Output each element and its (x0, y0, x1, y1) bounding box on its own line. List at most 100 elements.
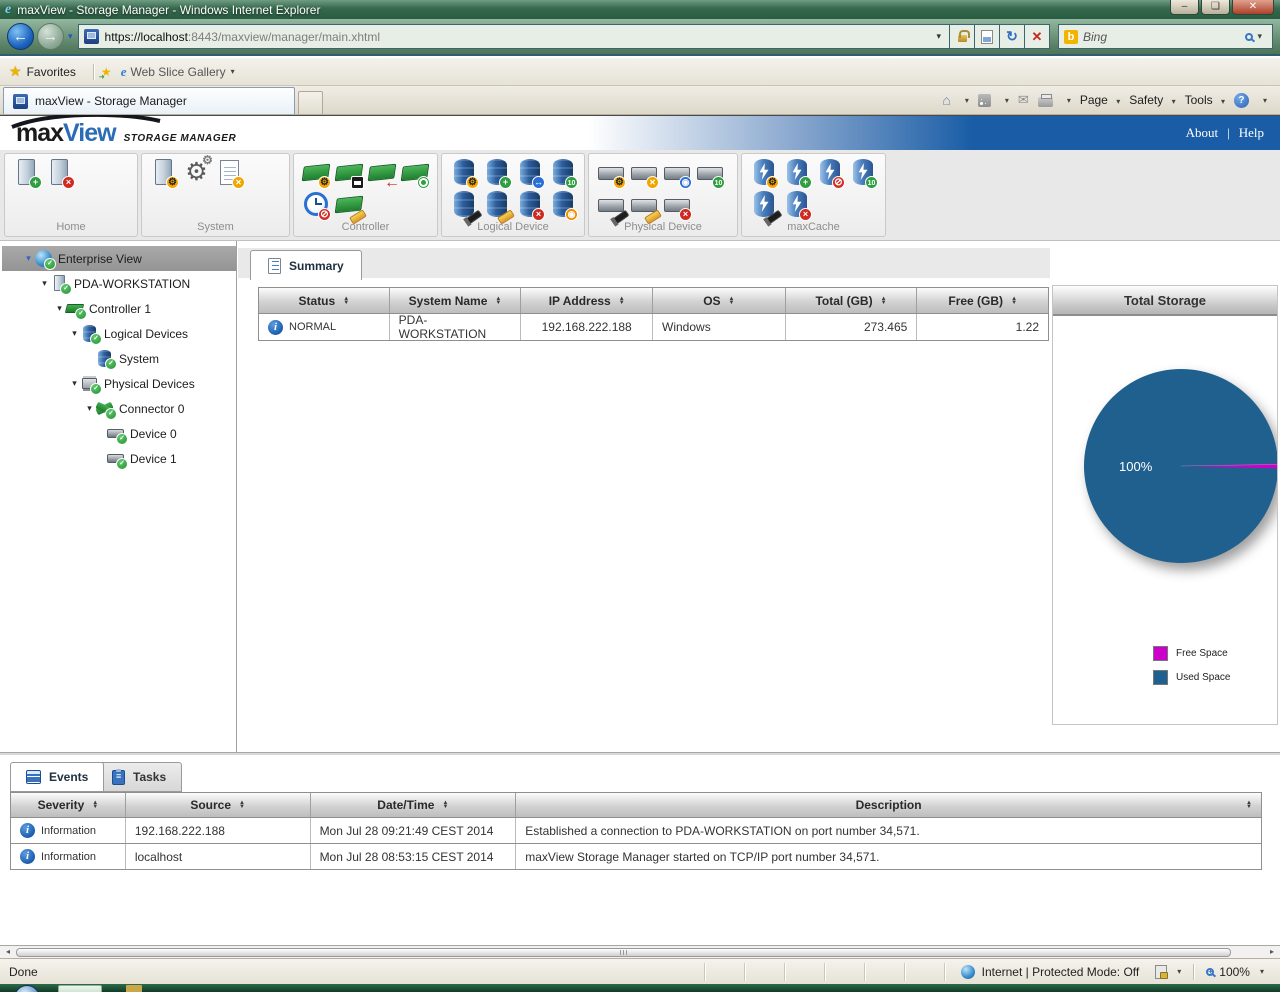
taskbar-button[interactable] (58, 985, 102, 992)
tree-item-connector[interactable]: ▾ Connector 0 (2, 396, 236, 421)
create-logical-device-button[interactable] (480, 158, 513, 188)
scroll-left-arrow[interactable]: ◂ (0, 946, 16, 958)
browser-tab[interactable]: maxView - Storage Manager (3, 87, 295, 114)
expander-icon[interactable]: ▾ (22, 253, 35, 264)
column-header-system-name[interactable]: System Name (390, 288, 522, 313)
system-settings-button[interactable] (147, 158, 180, 188)
create-maxcache-device-button[interactable] (780, 158, 813, 188)
expander-icon[interactable]: ▾ (83, 403, 96, 414)
home-dropdown-icon[interactable]: ▾ (965, 96, 969, 105)
zoom-level[interactable]: 100% (1219, 965, 1250, 979)
erase-physical-device-button[interactable] (627, 190, 660, 220)
summary-table-row[interactable]: NORMAL PDA-WORKSTATION 192.168.222.188 W… (258, 314, 1049, 341)
taskbar-icon[interactable] (126, 985, 142, 992)
mail-icon[interactable]: ✉ (1018, 92, 1029, 108)
tab-events[interactable]: Events (10, 762, 104, 792)
print-icon[interactable] (1038, 97, 1053, 107)
tree-item-device-1[interactable]: Device 1 (2, 446, 236, 471)
zoom-icon[interactable] (1206, 968, 1214, 976)
column-header-datetime[interactable]: Date/Time (311, 793, 517, 817)
agent-settings-button[interactable] (180, 158, 213, 188)
start-button[interactable] (14, 985, 40, 992)
search-dropdown-icon[interactable]: ▾ (1257, 31, 1262, 42)
close-button[interactable]: ✕ (1232, 0, 1274, 15)
save-configuration-button[interactable] (332, 158, 365, 188)
feeds-icon[interactable] (978, 94, 991, 107)
logical-device-settings-button[interactable] (447, 158, 480, 188)
recent-pages-dropdown[interactable]: ▾ (68, 31, 73, 42)
new-tab-stub[interactable] (298, 91, 323, 114)
locate-physical-device-button[interactable] (594, 190, 627, 220)
search-box[interactable]: b ▾ (1058, 24, 1273, 49)
security-lock-button[interactable] (950, 24, 975, 49)
protected-mode-dropdown-icon[interactable]: ▾ (1177, 967, 1181, 976)
add-favorite-icon[interactable]: ★ (101, 65, 112, 79)
page-menu[interactable]: Page ▾ (1080, 93, 1120, 107)
column-header-source[interactable]: Source (126, 793, 311, 817)
expand-logical-device-button[interactable] (513, 158, 546, 188)
restore-button[interactable]: ❏ (1201, 0, 1230, 15)
expander-icon[interactable]: ▾ (38, 278, 51, 289)
tab-tasks[interactable]: Tasks (96, 762, 182, 792)
safety-menu[interactable]: Safety ▾ (1129, 93, 1175, 107)
help-link[interactable]: Help (1239, 125, 1264, 141)
erase-configuration-button[interactable] (332, 190, 365, 220)
column-header-os[interactable]: OS (653, 288, 786, 313)
erase-logical-device-button[interactable] (480, 190, 513, 220)
secure-erase-maxcache-button[interactable] (846, 158, 879, 188)
address-dropdown-icon[interactable]: ▾ (933, 31, 944, 42)
secure-erase-physical-device-button[interactable] (693, 158, 726, 188)
column-header-ip-address[interactable]: IP Address (521, 288, 653, 313)
tree-item-enterprise-view[interactable]: ▾ Enterprise View (2, 246, 236, 271)
force-logical-device-online-button[interactable] (546, 190, 579, 220)
tools-menu[interactable]: Tools ▾ (1185, 93, 1225, 107)
column-header-free-gb[interactable]: Free (GB) (917, 288, 1048, 313)
delete-maxcache-button[interactable] (780, 190, 813, 220)
horizontal-scrollbar[interactable]: ◂ ▸ (0, 945, 1280, 958)
feeds-dropdown-icon[interactable]: ▾ (1005, 96, 1009, 105)
expander-icon[interactable]: ▾ (68, 378, 81, 389)
home-icon[interactable]: ⌂ (942, 92, 950, 108)
tree-item-device-0[interactable]: Device 0 (2, 421, 236, 446)
minimize-button[interactable]: – (1170, 0, 1199, 15)
silence-alarm-button[interactable] (299, 190, 332, 220)
restore-configuration-button[interactable] (365, 158, 398, 188)
event-row[interactable]: Information localhost Mon Jul 28 08:53:1… (10, 844, 1262, 870)
column-header-total-gb[interactable]: Total (GB) (786, 288, 918, 313)
rescan-controller-button[interactable] (398, 158, 431, 188)
expander-icon[interactable]: ▾ (68, 328, 81, 339)
protected-mode-icon[interactable] (1155, 965, 1167, 979)
delete-logical-device-button[interactable] (513, 190, 546, 220)
tree-item-controller[interactable]: ▾ Controller 1 (2, 296, 236, 321)
locate-logical-device-button[interactable] (447, 190, 480, 220)
help-icon[interactable]: ? (1234, 93, 1249, 108)
favorites-button[interactable]: Favorites (27, 65, 76, 79)
tree-item-system[interactable]: ▾ PDA-WORKSTATION (2, 271, 236, 296)
zoom-dropdown-icon[interactable]: ▾ (1260, 967, 1264, 976)
add-system-button[interactable] (10, 158, 43, 188)
refresh-button[interactable]: ↻ (1000, 24, 1025, 49)
tree-item-physical-devices[interactable]: ▾ Physical Devices (2, 371, 236, 396)
tab-summary[interactable]: Summary (250, 250, 362, 280)
search-icon[interactable] (1245, 33, 1253, 41)
web-slice-gallery-button[interactable]: Web Slice Gallery (130, 65, 225, 79)
physical-device-settings-button[interactable] (594, 158, 627, 188)
clear-logs-button[interactable] (213, 158, 246, 188)
scroll-right-arrow[interactable]: ▸ (1264, 946, 1280, 958)
web-slice-dropdown-icon[interactable]: ▾ (231, 67, 235, 76)
address-bar[interactable]: https://localhost:8443/maxview/manager/m… (78, 24, 950, 49)
disable-maxcache-button[interactable] (813, 158, 846, 188)
search-input[interactable] (1078, 30, 1245, 44)
tree-item-logical-devices[interactable]: ▾ Logical Devices (2, 321, 236, 346)
forward-button[interactable]: → (37, 23, 64, 50)
controller-settings-button[interactable] (299, 158, 332, 188)
scrollbar-thumb[interactable] (16, 948, 1231, 957)
column-header-severity[interactable]: Severity (11, 793, 126, 817)
locate-maxcache-button[interactable] (747, 190, 780, 220)
initialize-physical-device-button[interactable] (627, 158, 660, 188)
secure-erase-logical-device-button[interactable] (546, 158, 579, 188)
print-dropdown-icon[interactable]: ▾ (1067, 96, 1071, 105)
physical-device-power-button[interactable] (660, 158, 693, 188)
tree-item-system-volume[interactable]: System (2, 346, 236, 371)
help-dropdown-icon[interactable]: ▾ (1263, 96, 1267, 105)
